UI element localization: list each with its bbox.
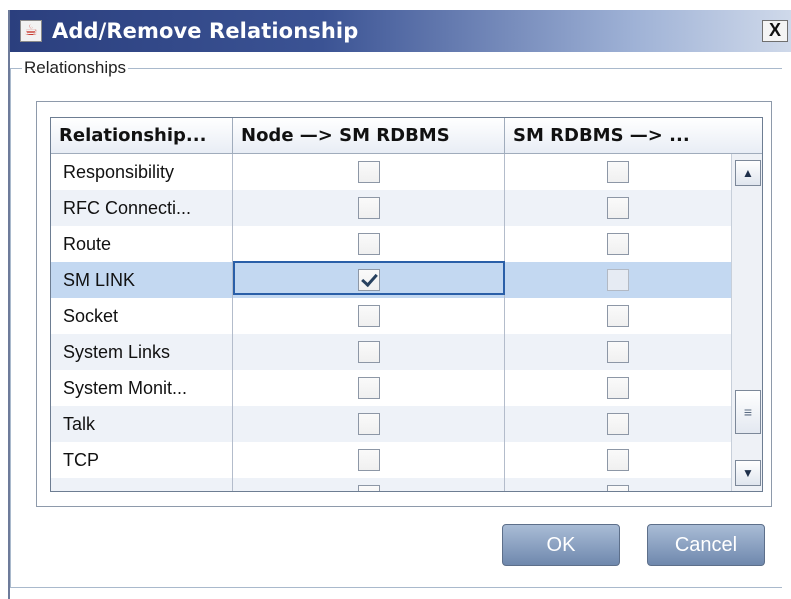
ok-button[interactable]: OK <box>502 524 620 566</box>
focused-cell-outline <box>233 261 505 295</box>
table-row[interactable]: System Links <box>51 334 731 370</box>
node-to-sm-rdbms-checkbox[interactable] <box>358 413 380 435</box>
node-to-sm-rdbms-checkbox[interactable] <box>358 377 380 399</box>
relationship-name: Talk <box>63 414 96 434</box>
relationship-name: Socket <box>63 306 119 326</box>
relationship-name: System Links <box>63 342 171 362</box>
sm-rdbms-to-checkbox[interactable] <box>607 197 629 219</box>
sm-rdbms-to-checkbox[interactable] <box>607 449 629 471</box>
java-app-icon: ☕ <box>20 20 42 42</box>
sm-rdbms-to-checkbox[interactable] <box>607 233 629 255</box>
column-header-node-to-sm-rdbms[interactable]: Node —> SM RDBMS <box>233 118 505 154</box>
table-row[interactable]: TCP <box>51 442 731 478</box>
sm-rdbms-to-checkbox[interactable] <box>607 269 629 291</box>
table-row[interactable]: System Monit... <box>51 370 731 406</box>
column-header-sm-rdbms-to[interactable]: SM RDBMS —> ... <box>505 118 762 154</box>
table-row[interactable]: Talk <box>51 406 731 442</box>
sm-rdbms-to-checkbox[interactable] <box>607 377 629 399</box>
relationships-group-label: Relationships <box>22 58 129 78</box>
column-divider <box>504 154 505 491</box>
table-row[interactable] <box>51 478 731 491</box>
relationship-name: TCP <box>63 450 99 470</box>
scroll-up-arrow-icon[interactable]: ▲ <box>735 160 761 186</box>
node-to-sm-rdbms-checkbox[interactable] <box>358 233 380 255</box>
node-to-sm-rdbms-checkbox[interactable] <box>358 161 380 183</box>
relationships-table: Relationship... Node —> SM RDBMS SM RDBM… <box>50 117 763 492</box>
sm-rdbms-to-checkbox[interactable] <box>607 341 629 363</box>
relationship-name: SM LINK <box>63 270 136 290</box>
table-row[interactable]: Responsibility <box>51 154 731 190</box>
title-bar[interactable]: ☕ Add/Remove Relationship <box>10 10 791 52</box>
relationship-name: RFC Connecti... <box>63 198 192 218</box>
cancel-button[interactable]: Cancel <box>647 524 765 566</box>
sm-rdbms-to-checkbox[interactable] <box>607 161 629 183</box>
node-to-sm-rdbms-checkbox[interactable] <box>358 197 380 219</box>
sm-rdbms-to-checkbox[interactable] <box>607 485 629 491</box>
table-row[interactable]: RFC Connecti... <box>51 190 731 226</box>
column-divider <box>232 154 233 491</box>
close-button[interactable]: X <box>762 20 788 42</box>
scroll-down-arrow-icon[interactable]: ▼ <box>735 460 761 486</box>
window-title: Add/Remove Relationship <box>52 19 359 43</box>
column-header-relationship[interactable]: Relationship... <box>51 118 233 154</box>
node-to-sm-rdbms-checkbox[interactable] <box>358 449 380 471</box>
vertical-scrollbar[interactable]: ▲ ≡ ▼ <box>731 154 762 491</box>
table-row[interactable]: Route <box>51 226 731 262</box>
node-to-sm-rdbms-checkbox[interactable] <box>358 305 380 327</box>
scroll-thumb[interactable]: ≡ <box>735 390 761 434</box>
node-to-sm-rdbms-checkbox[interactable] <box>358 341 380 363</box>
relationship-name: Route <box>63 234 112 254</box>
relationship-name: Responsibility <box>63 162 175 182</box>
table-row[interactable]: Socket <box>51 298 731 334</box>
node-to-sm-rdbms-checkbox[interactable] <box>358 485 380 491</box>
sm-rdbms-to-checkbox[interactable] <box>607 305 629 327</box>
sm-rdbms-to-checkbox[interactable] <box>607 413 629 435</box>
relationship-name: System Monit... <box>63 378 188 398</box>
